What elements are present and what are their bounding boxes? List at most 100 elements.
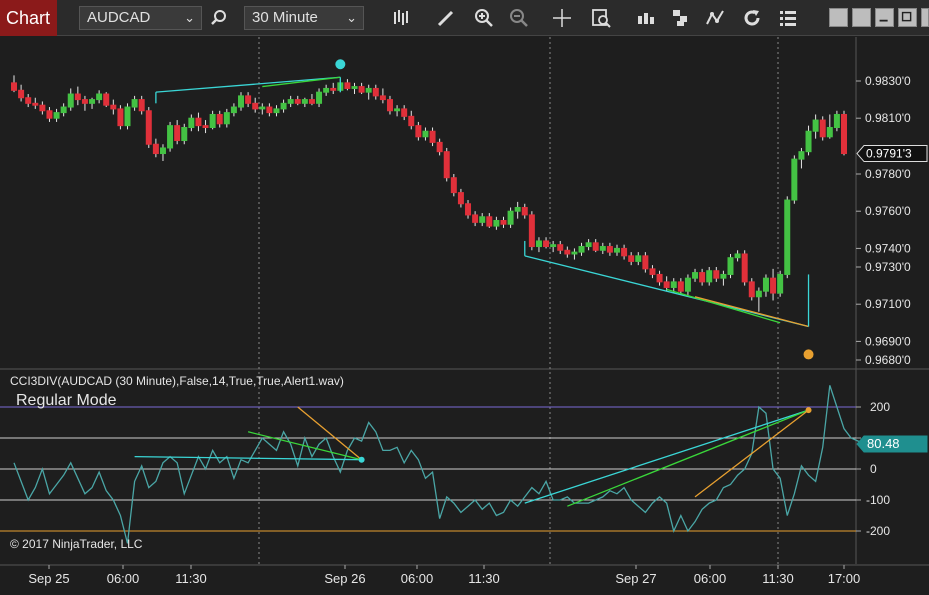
candle-down — [358, 86, 365, 93]
candle-up — [96, 93, 103, 101]
maximize-icon[interactable] — [898, 8, 917, 27]
chevron-down-icon: ⌄ — [346, 10, 357, 25]
drawing-tools-icon[interactable] — [703, 6, 727, 30]
candle-up — [833, 113, 840, 129]
candle-up — [280, 102, 287, 110]
candle-down — [841, 113, 847, 155]
candle-up — [635, 255, 642, 262]
candle-down — [663, 281, 670, 288]
candle-down — [748, 281, 755, 298]
candle-down — [308, 99, 315, 104]
candle-down — [74, 93, 81, 101]
zoom-in-icon[interactable] — [472, 6, 496, 30]
candle-down — [330, 87, 337, 91]
chart-area[interactable]: 0.9830'0 0.9810'0 0.9780'0 0.9760'0 0.9740'0… — [0, 37, 929, 595]
data-box-icon[interactable] — [589, 6, 613, 30]
candle-down — [138, 99, 145, 112]
candle-down — [621, 247, 628, 257]
candle-up — [259, 106, 266, 110]
candle-up — [599, 246, 606, 251]
candle-down — [372, 87, 379, 97]
close-icon[interactable] — [921, 8, 929, 27]
pencil-icon[interactable] — [434, 6, 458, 30]
cci-y-tick-label: -100 — [866, 493, 890, 507]
search-icon[interactable] — [207, 6, 231, 30]
candle-down — [564, 249, 571, 255]
candle-down — [195, 117, 202, 127]
crosshair-icon[interactable] — [550, 6, 574, 30]
interval-selector[interactable]: 30 Minute ⌄ — [244, 6, 364, 30]
candle-up — [124, 106, 131, 127]
x-tick-label: 06:00 — [107, 571, 140, 586]
candle-down — [649, 268, 656, 275]
properties-icon[interactable] — [634, 6, 658, 30]
chevron-down-icon: ⌄ — [184, 10, 195, 25]
candle-up — [493, 220, 500, 227]
candle-down — [408, 115, 415, 127]
price-y-tick-label: 0.9760'0 — [865, 204, 911, 218]
candle-down — [379, 95, 386, 101]
refresh-icon[interactable] — [740, 6, 764, 30]
candle-up — [578, 246, 585, 253]
candle-down — [606, 246, 613, 253]
candle-up — [53, 112, 60, 119]
x-tick-label: Sep 27 — [615, 571, 656, 586]
candle-down — [472, 214, 479, 223]
x-tick-label: Sep 26 — [324, 571, 365, 586]
candle-up — [316, 91, 323, 104]
candle-up — [571, 251, 578, 255]
candle-down — [521, 206, 528, 216]
candle-down — [294, 99, 301, 104]
candle-up — [585, 242, 592, 248]
chart-tab[interactable]: Chart — [0, 0, 57, 36]
candle-down — [117, 108, 124, 127]
zoom-out-icon[interactable] — [507, 6, 531, 30]
cci-y-tick-label: 0 — [870, 462, 877, 476]
candle-down — [628, 255, 635, 262]
candle-down — [741, 253, 748, 283]
candle-up — [273, 108, 280, 114]
candle-up — [422, 130, 429, 138]
candle-down — [245, 95, 252, 104]
candle-down — [202, 125, 209, 128]
tile-icon[interactable] — [829, 8, 848, 27]
price-y-tick-label: 0.9780'0 — [865, 167, 911, 181]
candle-down — [557, 244, 564, 251]
candle-down — [25, 97, 32, 104]
minimize-icon[interactable] — [875, 8, 894, 27]
candle-up — [826, 127, 833, 138]
indicator-title: CCI3DIV(AUDCAD (30 Minute),False,14,True… — [10, 374, 344, 388]
candle-down — [543, 240, 550, 248]
candle-up — [720, 273, 727, 279]
candle-down — [770, 277, 777, 294]
candle-up — [188, 117, 195, 128]
bars-icon[interactable] — [389, 6, 413, 30]
strategies-icon[interactable] — [669, 6, 693, 30]
candle-up — [727, 257, 734, 275]
candle-down — [32, 102, 39, 106]
cci-value-label: 80.48 — [867, 436, 900, 451]
candle-down — [528, 214, 535, 248]
candle-down — [103, 93, 110, 106]
candle-down — [436, 141, 443, 153]
instrument-selector[interactable]: AUDCAD ⌄ — [79, 6, 202, 30]
price-panel — [0, 37, 856, 368]
candle-down — [216, 113, 223, 125]
tile-icon[interactable] — [852, 8, 871, 27]
candle-up — [131, 99, 138, 108]
x-tick-label: 06:00 — [694, 571, 727, 586]
x-tick-label: 17:00 — [828, 571, 861, 586]
candle-down — [110, 104, 117, 110]
chart-svg[interactable]: 0.9830'0 0.9810'0 0.9780'0 0.9760'0 0.9740'0… — [0, 37, 929, 595]
candle-up — [550, 244, 557, 248]
candle-down — [500, 220, 507, 225]
candle-up — [181, 127, 188, 142]
list-icon[interactable] — [776, 6, 800, 30]
price-y-tick-label: 0.9740'0 — [865, 241, 911, 255]
candle-down — [592, 242, 599, 251]
interval-value: 30 Minute — [252, 9, 318, 26]
candle-up — [351, 86, 358, 89]
candle-up — [684, 277, 691, 292]
candle-up — [777, 273, 784, 294]
candle-up — [167, 125, 174, 149]
